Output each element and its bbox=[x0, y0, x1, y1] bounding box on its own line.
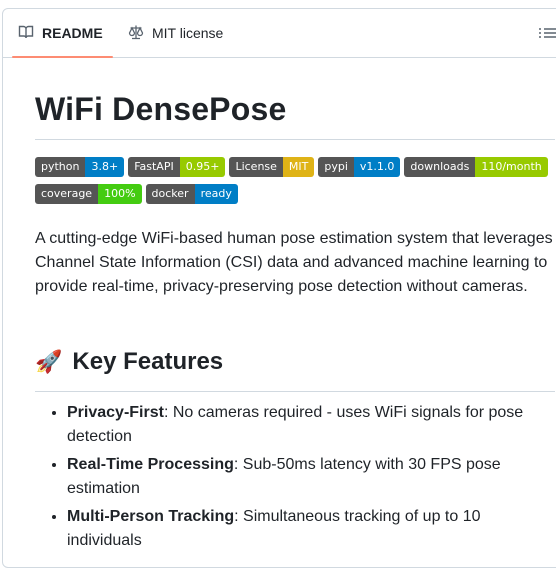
readme-panel: README MIT license WiFi DensePose python… bbox=[2, 8, 556, 568]
tab-readme[interactable]: README bbox=[12, 9, 113, 58]
badge-label: pypi bbox=[318, 157, 354, 177]
badge-value: 100% bbox=[98, 184, 142, 204]
book-icon bbox=[18, 24, 42, 43]
badge-label: coverage bbox=[35, 184, 99, 204]
feature-title: Privacy-First bbox=[67, 404, 164, 421]
badge-label: License bbox=[229, 157, 283, 177]
page-title: WiFi DensePose bbox=[35, 91, 287, 127]
badge-value: ready bbox=[194, 184, 238, 204]
title-divider bbox=[35, 139, 555, 140]
outline-menu-icon[interactable] bbox=[537, 24, 556, 42]
badge-label: FastAPI bbox=[128, 157, 180, 177]
list-item: Real-Time Processing: Sub-50ms latency w… bbox=[67, 453, 556, 501]
badge-coverage[interactable]: coverage 100% bbox=[35, 184, 142, 204]
tab-license-label: MIT license bbox=[152, 25, 224, 41]
badge-value: 110/month bbox=[475, 157, 548, 177]
heading-divider bbox=[35, 391, 555, 392]
features-heading-text: Key Features bbox=[72, 348, 224, 375]
badge-label: docker bbox=[145, 184, 195, 204]
rocket-icon: 🚀 bbox=[35, 349, 63, 374]
scale-icon bbox=[128, 24, 152, 43]
badge-value: MIT bbox=[282, 157, 315, 177]
list-item: Multi-Person Tracking: Simultaneous trac… bbox=[67, 505, 556, 553]
feature-title: Multi-Person Tracking bbox=[67, 508, 235, 525]
badge-python[interactable]: python 3.8+ bbox=[35, 157, 125, 177]
badge-label: downloads bbox=[404, 157, 476, 177]
badge-value: 0.95+ bbox=[179, 157, 226, 177]
badge-pypi[interactable]: pypi v1.1.0 bbox=[318, 157, 401, 177]
badge-fastapi[interactable]: FastAPI 0.95+ bbox=[128, 157, 226, 177]
intro-paragraph: A cutting-edge WiFi-based human pose est… bbox=[35, 230, 553, 295]
features-heading: 🚀 Key Features bbox=[35, 347, 223, 377]
tab-readme-label: README bbox=[42, 25, 103, 41]
badge-row: python 3.8+ FastAPI 0.95+ License MIT pypi v1.1… bbox=[35, 157, 548, 177]
badge-row: coverage 100% docker ready bbox=[35, 184, 238, 204]
badge-docker[interactable]: docker ready bbox=[145, 184, 238, 204]
badge-license[interactable]: License MIT bbox=[229, 157, 315, 177]
tab-license[interactable]: MIT license bbox=[128, 9, 223, 57]
list-item: Privacy-First: No cameras required - use… bbox=[67, 401, 556, 449]
readme-tabbar: README MIT license bbox=[3, 9, 556, 58]
badge-value: 3.8+ bbox=[85, 157, 125, 177]
feature-title: Real-Time Processing bbox=[67, 456, 234, 473]
badge-value: v1.1.0 bbox=[353, 157, 401, 177]
badge-label: python bbox=[35, 157, 86, 177]
features-list: Privacy-First: No cameras required - use… bbox=[35, 401, 556, 557]
badge-downloads[interactable]: downloads 110/month bbox=[404, 157, 548, 177]
